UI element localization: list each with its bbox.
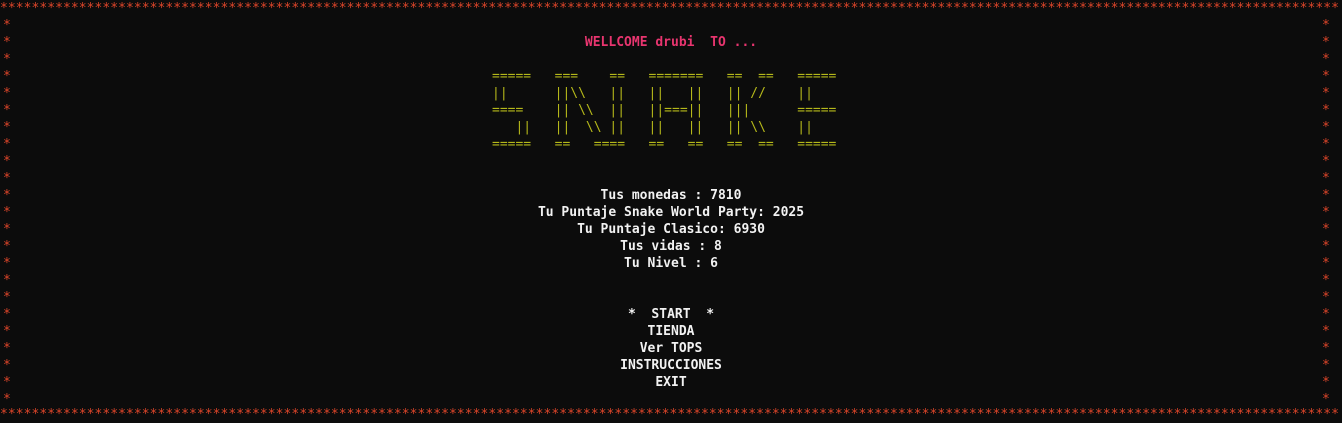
border-asterisk: * xyxy=(1322,137,1330,152)
border-asterisk: * xyxy=(1322,171,1330,186)
border-asterisk: * xyxy=(3,120,11,135)
border-asterisk: * xyxy=(1322,290,1330,305)
top-border: ****************************************… xyxy=(0,1,1340,16)
ascii-logo-line-5: ===== == ==== == == == == ===== xyxy=(492,137,837,152)
menu-start-option[interactable]: * START * xyxy=(0,306,1342,323)
border-asterisk: * xyxy=(3,290,11,305)
border-asterisk: * xyxy=(3,86,11,101)
border-asterisk: * xyxy=(3,273,11,288)
border-asterisk: * xyxy=(1322,103,1330,118)
menu-tops-option[interactable]: Ver TOPS xyxy=(0,340,1342,357)
lives-stat: Tus vidas : 8 xyxy=(620,239,722,254)
border-asterisk: * xyxy=(3,154,11,169)
coins-stat: Tus monedas : 7810 xyxy=(600,188,742,203)
ascii-logo-line-3: ==== || \\ || ||===|| ||| ===== xyxy=(492,103,837,118)
level-stat: Tu Nivel : 6 xyxy=(624,256,718,271)
menu-shop-option[interactable]: TIENDA xyxy=(0,323,1342,340)
border-asterisk: * xyxy=(3,69,11,84)
classic-score-stat: Tu Puntaje Clasico: 6930 xyxy=(577,222,765,237)
ascii-logo-line-2: || ||\\ || || || || // || xyxy=(492,86,813,101)
border-asterisk: * xyxy=(1322,154,1330,169)
welcome-text: WELLCOME drubi TO ... xyxy=(584,35,758,50)
border-asterisk: * xyxy=(3,171,11,186)
border-asterisk: * xyxy=(1322,69,1330,84)
border-asterisk: * xyxy=(3,18,11,33)
world-party-score-stat: Tu Puntaje Snake World Party: 2025 xyxy=(537,205,805,220)
border-asterisk: * xyxy=(1322,86,1330,101)
border-asterisk: * xyxy=(3,52,11,67)
menu-exit-option[interactable]: EXIT xyxy=(0,374,1342,391)
border-asterisk: * xyxy=(1322,273,1330,288)
border-asterisk: * xyxy=(1322,120,1330,135)
border-asterisk: * xyxy=(1322,18,1330,33)
menu-instructions-option[interactable]: INSTRUCCIONES xyxy=(0,357,1342,374)
ascii-logo-line-1: ===== === == ======= == == ===== xyxy=(492,69,837,84)
ascii-logo-line-4: || || \\ || || || || \\ || xyxy=(492,120,813,135)
border-asterisk: * xyxy=(3,103,11,118)
border-asterisk: * xyxy=(3,137,11,152)
bottom-border: ****************************************… xyxy=(0,407,1340,422)
border-asterisk: * xyxy=(1322,52,1330,67)
